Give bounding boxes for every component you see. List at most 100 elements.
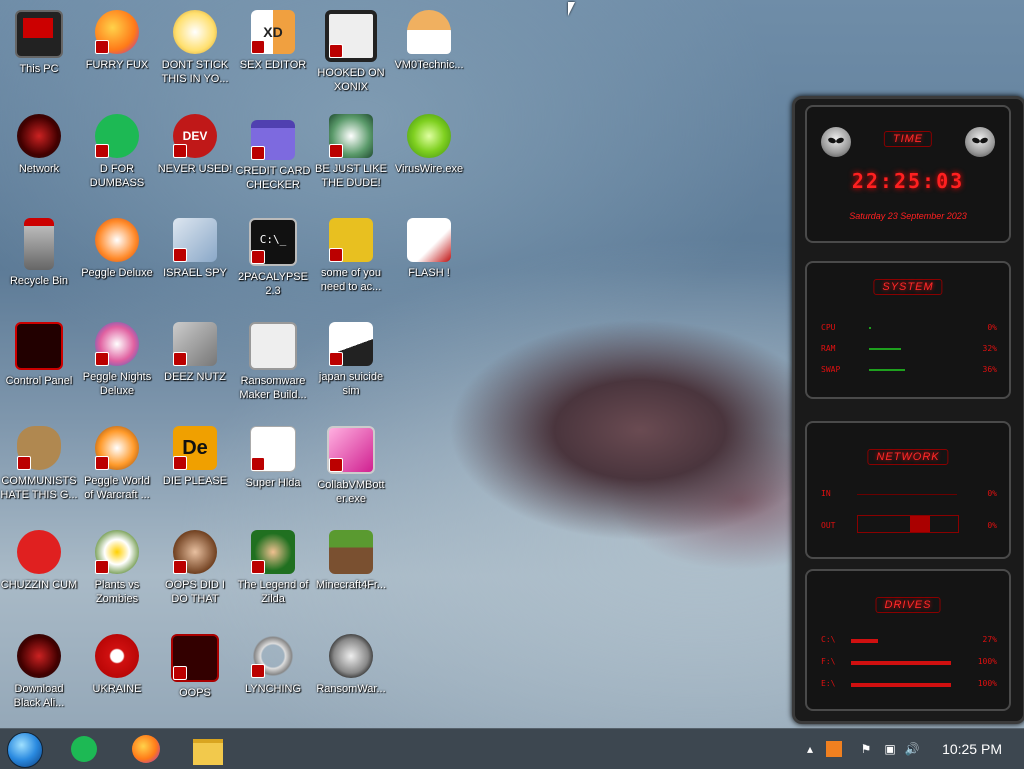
chuzzle-icon (17, 530, 61, 574)
flash-icon (407, 218, 451, 262)
desktop-icon-chuzzin[interactable]: CHUZZIN CUM (0, 522, 78, 622)
tray-app-icon[interactable] (826, 741, 842, 757)
desktop-icon-super-hlda[interactable]: Super Hlda (234, 418, 312, 518)
window-app-icon (249, 322, 297, 370)
alien-head-icon (821, 127, 851, 157)
network-panel: NETWORK IN 0% OUT 0% (805, 421, 1011, 559)
taskbar-firefox-button[interactable] (128, 731, 164, 767)
taskbar-clock[interactable]: 10:25 PM (942, 741, 1002, 757)
start-button[interactable] (6, 731, 43, 768)
desktop-icon-2pacalypse[interactable]: C:\_ 2PACALYPSE 2.3 (234, 210, 312, 310)
desktop-icon-israel-spy[interactable]: ISRAEL SPY (156, 210, 234, 310)
icon-label: VM0Technic... (394, 59, 464, 71)
drive-e-bar (851, 683, 951, 687)
desktop-icon-recycle-bin[interactable]: Recycle Bin (0, 210, 78, 310)
flower-icon (95, 530, 139, 574)
desktop-icon-peggle-nights[interactable]: Peggle Nights Deluxe (78, 314, 156, 414)
icon-label: Minecraft4Fr... (315, 579, 387, 591)
monitor-icon (327, 426, 375, 474)
peggle-wow-icon (95, 426, 139, 470)
desktop-icon-credit-card-checker[interactable]: CREDIT CARD CHECKER (234, 106, 312, 206)
icon-label: This PC (19, 63, 59, 75)
red-device-icon (171, 634, 219, 682)
desktop-icon-plants-vs-zombies[interactable]: Plants vs Zombies (78, 522, 156, 622)
desktop-icon-communists[interactable]: COMMUNISTS HATE THIS G... (0, 418, 78, 518)
desktop-icon-flash[interactable]: FLASH ! (390, 210, 468, 310)
cartoon-face-icon (173, 10, 217, 54)
icon-label: Download Black Ali... (13, 683, 65, 709)
windows-stack-icon (173, 322, 217, 366)
recycle-bin-icon (24, 218, 54, 270)
desktop-icon-peggle-wow[interactable]: Peggle World of Warcraft ... (78, 418, 156, 518)
desktop-icon-minecraft[interactable]: Minecraft4Fr... (312, 522, 390, 622)
desktop-icon-this-pc[interactable]: This PC (0, 2, 78, 102)
desktop-icon-oops-did-i[interactable]: OOPS DID I DO THAT (156, 522, 234, 622)
desktop-icon-viruswire[interactable]: VirusWire.exe (390, 106, 468, 206)
desktop-icon-some-of-you[interactable]: some of you need to ac... (312, 210, 390, 310)
desktop-icon-d-for-dumbass[interactable]: D FOR DUMBASS (78, 106, 156, 206)
taskbar: ▴ ⚑ ▣ 🔊 10:25 PM (0, 728, 1024, 769)
network-title: NETWORK (867, 449, 949, 465)
show-hidden-icons-chevron-icon[interactable]: ▴ (802, 741, 818, 757)
icon-label: SEX EDITOR (239, 59, 307, 71)
firefox-shortcut-icon (95, 10, 139, 54)
this-pc-icon (15, 10, 63, 58)
alien-head-icon (965, 127, 995, 157)
icon-label: Peggle Nights Deluxe (82, 371, 152, 397)
time-display: 22:25:03 (851, 169, 965, 193)
desktop-icon-vm0technic[interactable]: VM0Technic... (390, 2, 468, 102)
icon-label: COMMUNISTS HATE THIS G... (0, 475, 78, 501)
icon-label: Peggle Deluxe (81, 267, 153, 279)
ram-label: RAM (821, 344, 836, 353)
action-center-flag-icon[interactable]: ⚑ (858, 741, 874, 757)
desktop-icon-collabvm-botter[interactable]: CollabVMBott er.exe (312, 418, 390, 518)
drives-title: DRIVES (875, 597, 941, 613)
spy-network-icon (173, 218, 217, 262)
taskbar-notes-button[interactable] (66, 731, 102, 767)
drive-f-value: 100% (977, 657, 997, 666)
drive-f-bar (851, 661, 951, 665)
icon-label: DEEZ NUTZ (164, 371, 226, 383)
swap-label: SWAP (821, 365, 841, 374)
desktop-icon-legend-of-zilda[interactable]: The Legend of Zilda (234, 522, 312, 622)
desktop-icon-die-please[interactable]: De DIE PLEASE (156, 418, 234, 518)
network-icon (17, 114, 61, 158)
desktop-icon-be-just-like-the-dude[interactable]: BE JUST LIKE THE DUDE! (312, 106, 390, 206)
desktop-icon-never-used[interactable]: DEV NEVER USED! (156, 106, 234, 206)
file-explorer-icon (193, 739, 223, 765)
desktop-icon-download-black-alien[interactable]: Download Black Ali... (0, 626, 78, 726)
skull-icon (329, 634, 373, 678)
pixel-hero-icon (251, 530, 295, 574)
taskbar-file-explorer-button[interactable] (190, 731, 226, 767)
icon-label: UKRAINE (92, 683, 142, 695)
cartoon-dog-icon (329, 218, 373, 262)
ram-value: 32% (982, 344, 997, 353)
grass-block-icon (329, 530, 373, 574)
system-title: SYSTEM (873, 279, 943, 295)
hex-editor-icon: XD (251, 10, 295, 54)
icon-label: CREDIT CARD CHECKER (235, 165, 311, 191)
desktop-icon-sex-editor[interactable]: XD SEX EDITOR (234, 2, 312, 102)
volume-icon[interactable]: 🔊 (904, 741, 920, 757)
devcpp-icon: DEV (173, 114, 217, 158)
desktop-icon-peggle-deluxe[interactable]: Peggle Deluxe (78, 210, 156, 310)
drive-e-value: 100% (977, 679, 997, 688)
icon-label: FURRY FUX (85, 59, 149, 71)
desktop-icon-lynching[interactable]: LYNCHING (234, 626, 312, 726)
notes-app-icon (71, 736, 97, 762)
desktop-icon-hooked-on-xonix[interactable]: HOOKED ON XONIX (312, 2, 390, 102)
drive-c-label: C:\ (821, 635, 836, 644)
desktop-icon-furry-fux[interactable]: FURRY FUX (78, 2, 156, 102)
desktop-icon-ransomware-maker[interactable]: Ransomware Maker Build... (234, 314, 312, 414)
desktop-icon-control-panel[interactable]: Control Panel (0, 314, 78, 414)
desktop-icon-dont-stick[interactable]: DONT STICK THIS IN YO... (156, 2, 234, 102)
desktop-icon-ransomwar[interactable]: RansomWar... (312, 626, 390, 726)
desktop-icon-ukraine[interactable]: UKRAINE (78, 626, 156, 726)
desktop-icon-network[interactable]: Network (0, 106, 78, 206)
desktop-icon-oops[interactable]: OOPS (156, 626, 234, 726)
desktop-icon-deez-nutz[interactable]: DEEZ NUTZ (156, 314, 234, 414)
drive-f-label: F:\ (821, 657, 836, 666)
network-status-icon[interactable]: ▣ (882, 741, 898, 757)
cpu-value: 0% (987, 323, 997, 332)
desktop-icon-japan-suicide-sim[interactable]: japan suicide sim (312, 314, 390, 414)
